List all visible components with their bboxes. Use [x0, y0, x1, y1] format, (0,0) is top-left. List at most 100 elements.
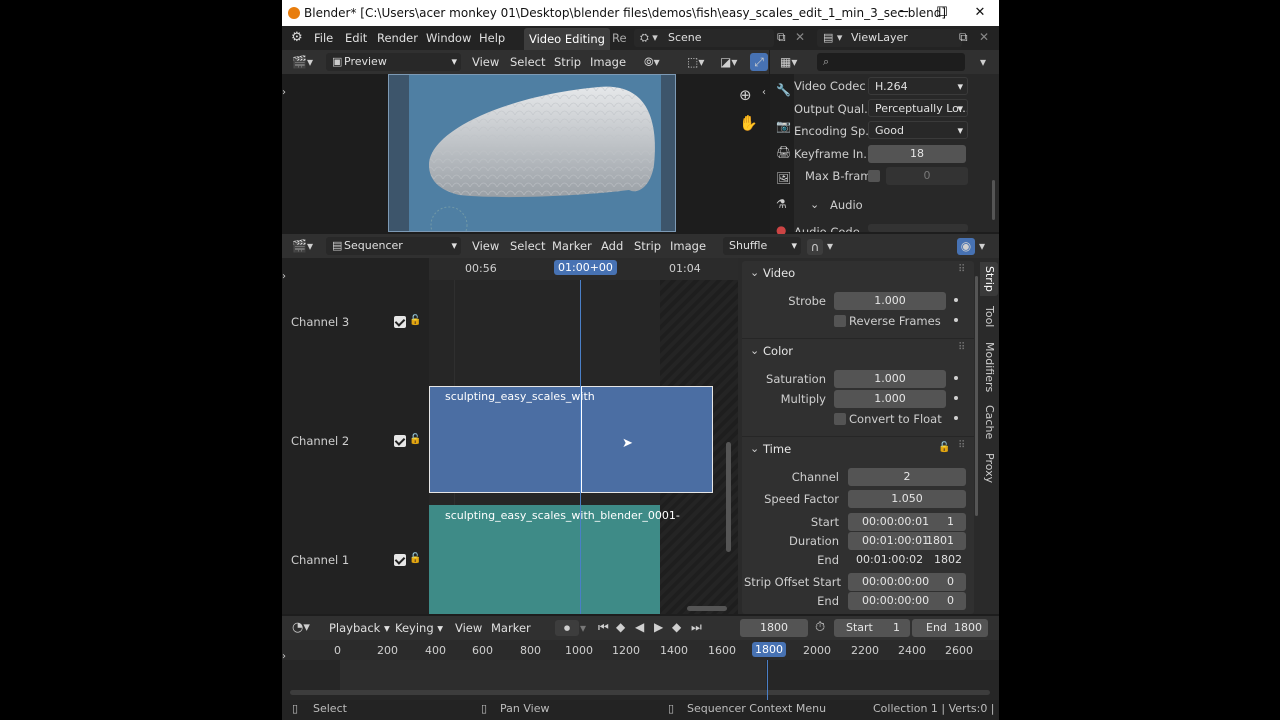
timeline-editor-icon[interactable]: ◔▾	[292, 621, 310, 634]
timeline-playhead[interactable]	[767, 660, 768, 702]
gizmo-toggle-icon[interactable]: ⤢	[750, 53, 768, 71]
play-icon[interactable]: ▶	[654, 621, 663, 633]
menu-keying[interactable]: Keying ▾	[390, 616, 448, 640]
channel-1-name[interactable]: Channel 1	[291, 553, 349, 567]
color-panel-title[interactable]: Color	[763, 344, 793, 358]
color-panel-chevron-icon[interactable]: ⌄	[750, 344, 759, 357]
channel-3-lock-icon[interactable]: 🔓	[409, 316, 421, 326]
convert-float-checkbox[interactable]	[834, 413, 846, 425]
prev-keyframe-icon[interactable]: ◆	[616, 621, 625, 633]
tab-video-editing[interactable]: Video Editing	[524, 28, 610, 50]
hand-pan-icon[interactable]: ✋	[739, 116, 758, 131]
horizontal-scrollbar[interactable]	[687, 606, 727, 611]
menu-help[interactable]: Help	[474, 26, 510, 50]
play-reverse-icon[interactable]: ◀	[635, 621, 644, 633]
vertical-scrollbar[interactable]	[726, 442, 731, 552]
snap-options-icon[interactable]: ▾	[827, 240, 833, 252]
pivot-icon[interactable]: ⦾▾	[644, 56, 660, 68]
time-panel-chevron-icon[interactable]: ⌄	[750, 442, 759, 455]
display-channel-icon[interactable]: ◪▾	[720, 56, 737, 68]
jump-start-icon[interactable]: ⏮	[598, 621, 609, 633]
minimize-button[interactable]: ─	[885, 0, 923, 26]
preview-menu-view[interactable]: View	[467, 50, 504, 74]
toolbar-expand-icon[interactable]: ›	[282, 272, 286, 282]
panel-drag-handle-icon[interactable]: ⠿	[958, 440, 965, 451]
menu-playback[interactable]: Playback ▾	[324, 616, 395, 640]
speed-factor-field[interactable]: 1.050	[848, 490, 966, 508]
start-frame-field[interactable]: Start 1	[834, 619, 910, 637]
current-time-indicator[interactable]: 01:00+00	[554, 260, 617, 275]
view-layer-tab-icon[interactable]: 🖼	[776, 172, 791, 184]
zoom-icon[interactable]: ⊕	[739, 88, 752, 103]
overlay-toggle-icon[interactable]: ◉	[957, 238, 975, 255]
current-frame-indicator[interactable]: 1800	[752, 642, 786, 657]
auto-key-options-icon[interactable]: ▾	[580, 622, 586, 634]
channel-1-mute-checkbox[interactable]	[394, 554, 406, 566]
sequencer-timeline[interactable]: 00:56 01:00+00 01:04 sculpting_easy_scal…	[429, 258, 738, 614]
channel-3-mute-checkbox[interactable]	[394, 316, 406, 328]
saturation-field[interactable]: 1.000	[834, 370, 946, 388]
end-frame-field[interactable]: End 1800	[912, 619, 988, 637]
remove-view-layer-icon[interactable]: ✕	[979, 31, 989, 43]
time-panel-title[interactable]: Time	[763, 442, 791, 456]
max-bframe-checkbox[interactable]	[868, 170, 880, 182]
tab-modifiers[interactable]: Modifiers	[980, 338, 998, 396]
tab-strip[interactable]: Strip	[980, 262, 998, 296]
saturation-keyframe-dot[interactable]	[954, 376, 958, 380]
channel-2-mute-checkbox[interactable]	[394, 435, 406, 447]
sidebar-arrow-icon[interactable]: ‹	[762, 88, 766, 98]
view-layer-selector[interactable]: ▤ ▾ ViewLayer	[817, 29, 962, 47]
seq-menu-image[interactable]: Image	[665, 234, 711, 258]
audio-panel-title[interactable]: Audio	[830, 198, 863, 212]
properties-search-input[interactable]: ⌕	[817, 53, 965, 71]
start-field[interactable]: 00:00:00:01 1	[848, 513, 966, 531]
menu-file[interactable]: File	[309, 26, 338, 50]
preview-mode-selector[interactable]: ▣ Preview ▾	[326, 53, 461, 71]
remove-scene-icon[interactable]: ✕	[795, 31, 805, 43]
channel-2-name[interactable]: Channel 2	[291, 434, 349, 448]
sequencer-mode-selector[interactable]: ▤ Sequencer ▾	[326, 237, 461, 255]
properties-options-icon[interactable]: ▾	[980, 56, 986, 68]
copy-scene-icon[interactable]: ⧉	[777, 31, 786, 43]
copy-view-layer-icon[interactable]: ⧉	[959, 31, 968, 43]
preview-area[interactable]: › ⊕ ✋ ‹	[282, 74, 769, 232]
max-bframe-field[interactable]: 0	[886, 167, 968, 185]
timeline-expand-icon[interactable]: ›	[282, 652, 286, 662]
menu-render[interactable]: Render	[372, 26, 423, 50]
video-panel-title[interactable]: Video	[763, 266, 795, 280]
next-keyframe-icon[interactable]: ◆	[672, 621, 681, 633]
blender-menu-icon[interactable]: ⚙	[291, 31, 303, 44]
menu-marker[interactable]: Marker	[486, 616, 536, 640]
channel-3-name[interactable]: Channel 3	[291, 315, 349, 329]
properties-scrollbar[interactable]	[992, 180, 995, 220]
preview-menu-strip[interactable]: Strip	[549, 50, 586, 74]
strobe-keyframe-dot[interactable]	[954, 298, 958, 302]
channel-field[interactable]: 2	[848, 468, 966, 486]
preview-menu-image[interactable]: Image	[585, 50, 631, 74]
menu-edit[interactable]: Edit	[340, 26, 372, 50]
audio-panel-chevron-icon[interactable]: ⌄	[810, 198, 819, 211]
audio-codec-field[interactable]	[868, 224, 968, 232]
snap-icon[interactable]: ∩	[807, 239, 823, 255]
playhead[interactable]	[580, 280, 581, 614]
auto-key-record-icon[interactable]: ⏺	[555, 620, 579, 636]
overlay-icon[interactable]: ⬚▾	[687, 56, 704, 68]
tool-tab-icon[interactable]: 🔧	[776, 84, 791, 96]
video-panel-chevron-icon[interactable]: ⌄	[750, 266, 759, 279]
encoding-speed-select[interactable]: Good ▾	[868, 121, 968, 139]
menu-window[interactable]: Window	[421, 26, 476, 50]
reverse-keyframe-dot[interactable]	[954, 318, 958, 322]
channel-2-lock-icon[interactable]: 🔓	[409, 435, 421, 445]
scene-tab-icon[interactable]: ⚗	[776, 198, 787, 210]
close-button[interactable]: ✕	[961, 0, 999, 26]
duration-field[interactable]: 00:01:00:01 1801	[848, 532, 966, 550]
channel-1-lock-icon[interactable]: 🔓	[409, 554, 421, 564]
jump-end-icon[interactable]: ⏭	[691, 621, 702, 633]
timeline-scrollbar[interactable]	[290, 690, 990, 695]
tab-tool[interactable]: Tool	[980, 300, 998, 334]
scene-selector[interactable]: ⛭ ▾ Scene	[634, 29, 774, 47]
overlay-options-icon[interactable]: ▾	[979, 240, 985, 252]
preview-range-stopwatch-icon[interactable]: ⏱	[815, 621, 825, 634]
time-lock-icon[interactable]: 🔓	[938, 442, 950, 453]
preview-menu-select[interactable]: Select	[505, 50, 550, 74]
